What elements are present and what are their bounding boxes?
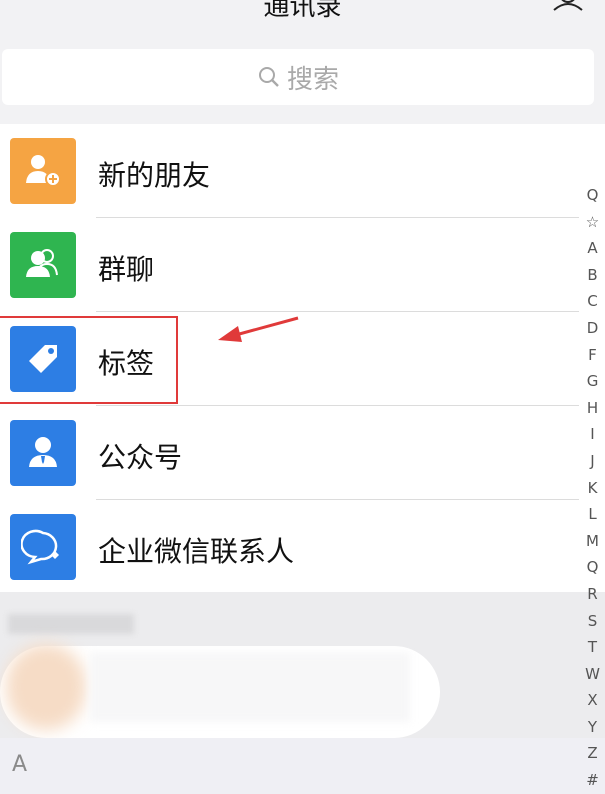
index-letter[interactable]: B: [580, 262, 605, 289]
index-letter[interactable]: R: [580, 581, 605, 608]
blurred-contacts: [0, 592, 605, 738]
index-letter[interactable]: C: [580, 288, 605, 315]
official-account-icon: [10, 420, 76, 486]
index-letter[interactable]: H: [580, 395, 605, 422]
highlight-box: [0, 316, 178, 404]
list-item-new-friends[interactable]: 新的朋友: [0, 124, 605, 218]
blurred-avatar: [6, 644, 86, 730]
index-letter[interactable]: K: [580, 475, 605, 502]
index-letter[interactable]: J: [580, 448, 605, 475]
add-contact-icon[interactable]: [551, 0, 585, 12]
list-item-official-accounts[interactable]: 公众号: [0, 406, 605, 500]
search-placeholder: 搜索: [286, 64, 339, 95]
enterprise-contact-icon: [10, 514, 76, 580]
top-bar: 通讯录: [0, 0, 605, 40]
index-letter[interactable]: T: [580, 634, 605, 661]
index-letter[interactable]: A: [580, 235, 605, 262]
index-letter[interactable]: F: [580, 342, 605, 369]
index-letter[interactable]: L: [580, 501, 605, 528]
index-letter[interactable]: X: [580, 687, 605, 714]
list-item-label: 公众号: [98, 441, 183, 474]
index-letter[interactable]: Y: [580, 714, 605, 741]
add-friend-icon: [10, 138, 76, 204]
search-icon: [258, 67, 279, 87]
list-item-enterprise-contacts[interactable]: 企业微信联系人: [0, 500, 605, 594]
index-letter[interactable]: I: [580, 421, 605, 448]
group-chat-icon: [10, 232, 76, 298]
list-item-group-chats[interactable]: 群聊: [0, 218, 605, 312]
page-title: 通讯录: [263, 0, 342, 22]
index-letter[interactable]: Z: [580, 740, 605, 767]
index-letter[interactable]: W: [580, 661, 605, 688]
list-item-label: 群聊: [98, 253, 155, 286]
index-letter[interactable]: #: [580, 767, 605, 794]
index-letter[interactable]: D: [580, 315, 605, 342]
index-letter[interactable]: S: [580, 608, 605, 635]
alphabet-index[interactable]: Q ☆ A B C D F G H I J K L M Q R S T W X …: [580, 182, 605, 794]
index-letter[interactable]: Q: [580, 554, 605, 581]
search-bar-area: 搜索: [0, 40, 605, 124]
index-letter[interactable]: G: [580, 368, 605, 395]
search-input[interactable]: 搜索: [2, 49, 594, 105]
list-item-label: 新的朋友: [98, 159, 211, 192]
index-letter[interactable]: Q: [580, 182, 605, 209]
annotation-arrow-icon: [218, 316, 299, 342]
index-letter[interactable]: ☆: [580, 209, 605, 236]
list-item-label: 企业微信联系人: [98, 535, 295, 568]
blurred-text: [8, 614, 134, 634]
section-header: A: [0, 738, 605, 783]
blurred-name: [90, 652, 410, 722]
section-letter: A: [12, 752, 28, 777]
index-letter[interactable]: M: [580, 528, 605, 555]
